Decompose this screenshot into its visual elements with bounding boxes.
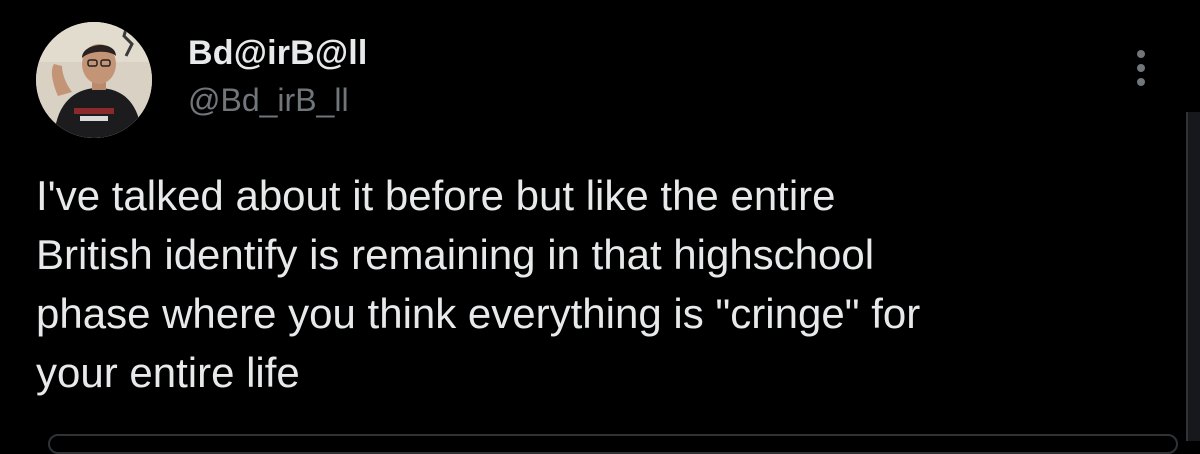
author-display-name[interactable]: Bd@irB@ll: [188, 34, 368, 73]
author-avatar[interactable]: [36, 22, 152, 138]
avatar-photo-icon: [36, 22, 152, 138]
embedded-card-edge: [48, 434, 1178, 454]
scrollbar[interactable]: [1186, 112, 1200, 441]
more-options-icon[interactable]: [1124, 44, 1158, 92]
more-dot: [1137, 50, 1145, 58]
tweet-text: I've talked about it before but like the…: [36, 172, 921, 396]
author-handle[interactable]: @Bd_irB_ll: [188, 82, 349, 119]
tweet-card: Bd@irB@ll @Bd_irB_ll I've talked about i…: [0, 0, 1200, 454]
more-dot: [1137, 78, 1145, 86]
more-dot: [1137, 64, 1145, 72]
